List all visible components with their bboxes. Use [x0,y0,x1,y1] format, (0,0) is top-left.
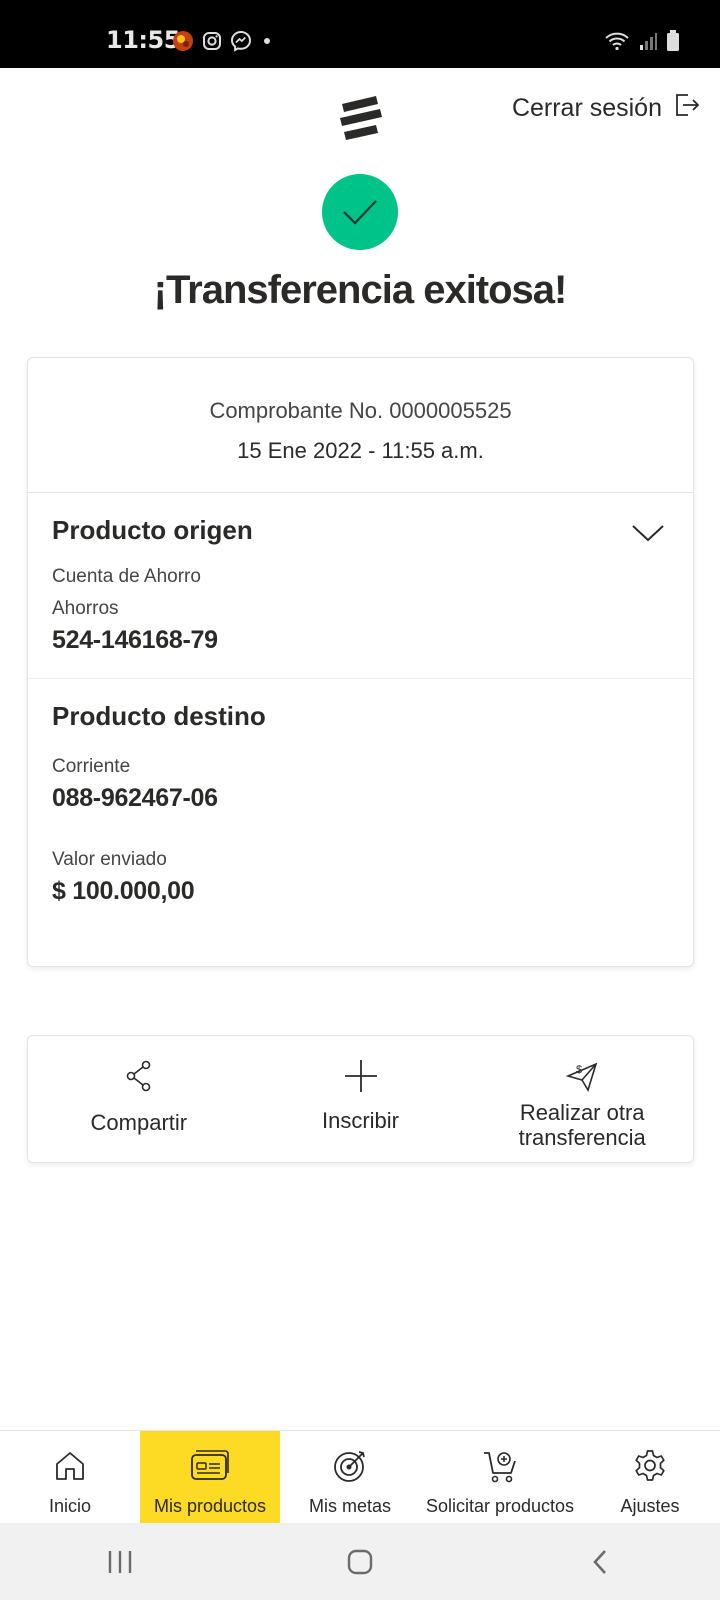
receipt-header: Comprobante No. 0000005525 15 Ene 2022 -… [28,358,693,493]
nav-item-mis-metas[interactable]: Mis metas [280,1431,420,1523]
receipt-date: 15 Ene 2022 - 11:55 a.m. [237,438,484,463]
nav-item-mis-productos[interactable]: Mis productos [140,1431,280,1523]
recent-apps-button[interactable] [70,1532,170,1592]
target-icon [333,1449,367,1488]
destination-account-number: 088-962467-06 [52,784,218,812]
battery-icon [666,30,680,57]
plus-icon [343,1056,379,1096]
enroll-label: Inscribir [322,1108,400,1133]
status-bar: 11:55 [0,0,720,68]
cart-add-icon [482,1449,518,1488]
destination-title: Producto destino [52,701,266,731]
signal-icon [638,31,658,56]
origin-title: Producto origen [52,515,253,545]
system-nav-bar [0,1523,720,1600]
messenger-icon [230,30,252,57]
share-icon [125,1056,153,1096]
sent-value: $ 100.000,00 [52,877,195,905]
nav-label-solicitar-productos: Solicitar productos [425,1496,575,1516]
logout-icon [674,92,700,125]
origin-account-type: Cuenta de Ahorro [52,566,201,587]
game-app-icon [172,30,194,57]
nav-label-mis-metas: Mis metas [308,1496,391,1516]
destination-account-type: Corriente [52,756,131,777]
wifi-icon [604,31,630,56]
origin-account-subtype: Ahorros [52,598,119,619]
bank-logo-icon [336,90,386,140]
destination-product-section: Producto destino Corriente 088-962467-06… [28,679,693,906]
nav-label-ajustes: Ajustes [620,1496,680,1516]
nav-item-inicio[interactable]: Inicio [0,1431,140,1523]
chevron-down-icon[interactable] [631,523,665,548]
instagram-icon [202,31,222,56]
send-money-icon: $ [566,1056,598,1096]
success-check-icon [322,174,398,250]
status-time: 11:55 [106,26,180,54]
card-icon [190,1449,230,1488]
receipt-card: Comprobante No. 0000005525 15 Ene 2022 -… [27,357,694,967]
gear-icon [633,1449,667,1488]
bottom-nav: Inicio Mis productos Mis metas Solicitar… [0,1430,720,1523]
share-label: Compartir [90,1110,188,1135]
share-button[interactable]: Compartir [28,1036,250,1162]
new-transfer-label: Realizar otra transferencia [518,1100,646,1150]
origin-account-number: 524-146168-79 [52,626,218,654]
status-notification-icons [172,30,274,57]
nav-label-mis-productos: Mis productos [153,1496,267,1516]
origin-product-section[interactable]: Producto origen Cuenta de Ahorro Ahorros… [28,493,693,679]
nav-item-solicitar-productos[interactable]: Solicitar productos [420,1431,580,1523]
nav-label-inicio: Inicio [48,1496,92,1516]
success-title: ¡Transferencia exitosa! [153,268,568,312]
nav-item-ajustes[interactable]: Ajustes [580,1431,720,1523]
status-system-icons [604,30,680,57]
receipt-number: Comprobante No. 0000005525 [209,398,512,423]
logout-button[interactable]: Cerrar sesión [512,92,700,125]
logout-label: Cerrar sesión [511,94,662,122]
dot-icon [260,34,274,53]
home-icon [53,1449,87,1488]
back-button[interactable] [550,1532,650,1592]
actions-card: Compartir Inscribir $ Realizar otra tran… [27,1035,694,1163]
sent-value-label: Valor enviado [52,849,167,870]
enroll-button[interactable]: Inscribir [250,1036,472,1162]
new-transfer-button[interactable]: $ Realizar otra transferencia [471,1036,693,1162]
svg-text:$: $ [576,1064,582,1076]
app-header: Cerrar sesión [0,68,720,158]
home-button[interactable] [310,1532,410,1592]
